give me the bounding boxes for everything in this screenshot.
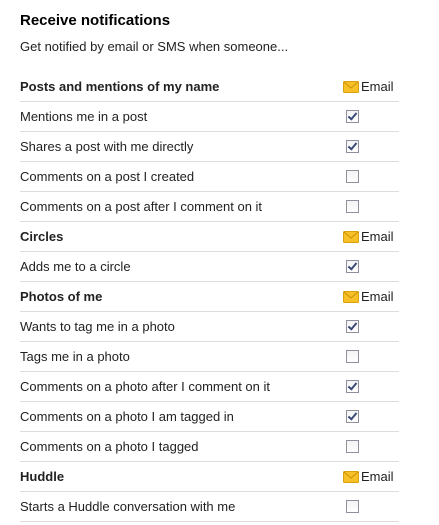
notification-row: Starts a Huddle conversation with me <box>20 492 399 522</box>
notification-label: Comments on a photo I am tagged in <box>20 409 234 424</box>
notification-label: Shares a post with me directly <box>20 139 194 154</box>
email-checkbox[interactable] <box>346 440 359 453</box>
page-title: Receive notifications <box>20 12 171 29</box>
section-header-posts-and-mentions-of-my-name: Posts and mentions of my name Email <box>20 72 399 102</box>
notification-row: Comments on a photo I am tagged in <box>20 402 399 432</box>
notification-label: Comments on a post after I comment on it <box>20 199 263 214</box>
notification-row: Comments on a photo after I comment on i… <box>20 372 399 402</box>
email-checkbox[interactable] <box>346 200 359 213</box>
email-column-label: Email <box>361 79 394 94</box>
section-title: Photos of me <box>20 289 103 304</box>
envelope-icon <box>343 80 359 93</box>
notification-row: Shares a post with me directly <box>20 132 399 162</box>
email-column-label: Email <box>361 229 394 244</box>
section-title: Circles <box>20 229 64 244</box>
email-column-header: Email <box>343 469 396 484</box>
notification-sections: Posts and mentions of my name Email Mentio… <box>20 72 399 522</box>
notification-label: Starts a Huddle conversation with me <box>20 499 236 514</box>
email-column-header: Email <box>343 229 396 244</box>
section-title: Posts and mentions of my name <box>20 79 220 94</box>
email-checkbox[interactable] <box>346 380 359 393</box>
envelope-icon <box>343 290 359 303</box>
email-checkbox[interactable] <box>346 170 359 183</box>
notification-label: Comments on a post I created <box>20 169 195 184</box>
notifications-panel: Receive notifications Get notified by em… <box>20 0 399 522</box>
email-checkbox[interactable] <box>346 410 359 423</box>
notification-row: Comments on a post after I comment on it <box>20 192 399 222</box>
email-column-header: Email <box>343 79 396 94</box>
section-title: Huddle <box>20 469 65 484</box>
email-column-label: Email <box>361 469 394 484</box>
email-column-label: Email <box>361 289 394 304</box>
page-subtitle: Get notified by email or SMS when someon… <box>20 39 289 54</box>
email-checkbox[interactable] <box>346 320 359 333</box>
notification-row: Tags me in a photo <box>20 342 399 372</box>
notification-row: Mentions me in a post <box>20 102 399 132</box>
notification-label: Wants to tag me in a photo <box>20 319 175 334</box>
notification-row: Comments on a post I created <box>20 162 399 192</box>
section-header-huddle: Huddle Email <box>20 462 399 492</box>
email-checkbox[interactable] <box>346 350 359 363</box>
section-header-circles: Circles Email <box>20 222 399 252</box>
notification-label: Comments on a photo after I comment on i… <box>20 379 271 394</box>
notification-row: Comments on a photo I tagged <box>20 432 399 462</box>
email-checkbox[interactable] <box>346 500 359 513</box>
email-checkbox[interactable] <box>346 140 359 153</box>
email-checkbox[interactable] <box>346 260 359 273</box>
notification-row: Adds me to a circle <box>20 252 399 282</box>
email-checkbox[interactable] <box>346 110 359 123</box>
notification-label: Mentions me in a post <box>20 109 148 124</box>
notification-row: Wants to tag me in a photo <box>20 312 399 342</box>
section-header-photos-of-me: Photos of me Email <box>20 282 399 312</box>
envelope-icon <box>343 230 359 243</box>
notification-label: Tags me in a photo <box>20 349 130 364</box>
notification-label: Adds me to a circle <box>20 259 131 274</box>
notification-label: Comments on a photo I tagged <box>20 439 199 454</box>
envelope-icon <box>343 470 359 483</box>
email-column-header: Email <box>343 289 396 304</box>
